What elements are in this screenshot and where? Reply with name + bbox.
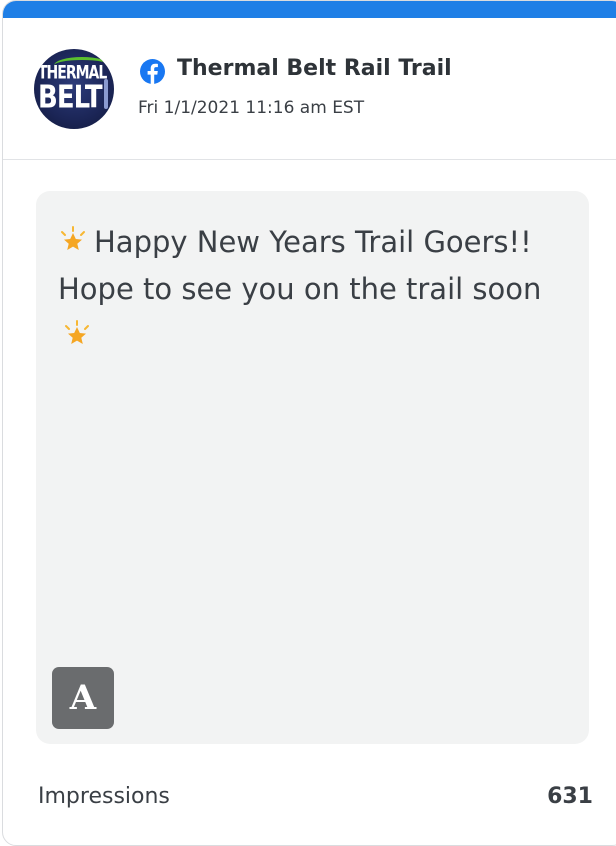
impressions-value: 631 [547,784,593,809]
post-card: THERMAL BELT Thermal Belt Rail Trail Fri… [2,0,616,846]
post-content[interactable]: Happy New Years Trail Goers!! Hope to se… [36,191,589,744]
page-name[interactable]: Thermal Belt Rail Trail [177,56,452,81]
post-header: THERMAL BELT Thermal Belt Rail Trail Fri… [3,18,616,160]
avatar[interactable]: THERMAL BELT [34,49,114,129]
accent-bar [3,1,616,18]
text-format-badge[interactable]: A [52,667,114,729]
sparkle-star-icon [65,320,89,344]
facebook-icon [140,59,165,84]
avatar-text-bottom: BELT [38,80,103,116]
post-text-body: Happy New Years Trail Goers!! Hope to se… [58,225,542,306]
sparkle-star-icon [61,226,85,250]
post-timestamp: Fri 1/1/2021 11:16 am EST [138,98,365,118]
impressions-label: Impressions [38,784,170,809]
post-text: Happy New Years Trail Goers!! Hope to se… [58,219,568,360]
avatar-side-mark [104,79,108,109]
